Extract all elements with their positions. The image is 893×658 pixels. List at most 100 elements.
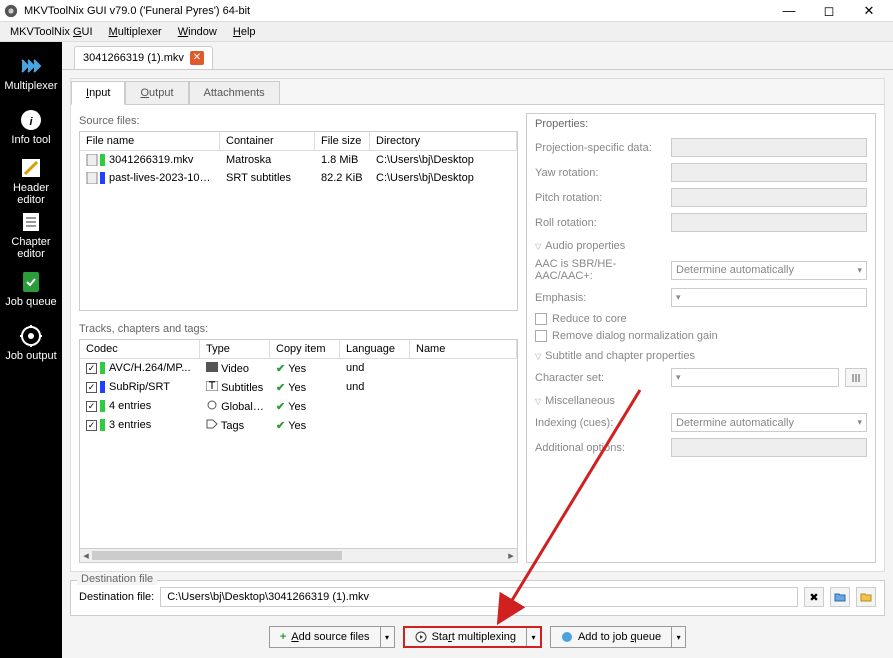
menu-app[interactable]: MKVToolNix GUI xyxy=(2,24,101,40)
subtitles-type-icon: T xyxy=(206,381,218,391)
row-additional: Additional options: xyxy=(535,438,867,457)
col-language[interactable]: Language xyxy=(340,340,410,358)
track-color-icon xyxy=(100,400,105,412)
col-filesize[interactable]: File size xyxy=(315,132,370,150)
indexing-combo[interactable]: Determine automatically xyxy=(671,413,867,432)
sidebar-label-chapter: Chapter editor xyxy=(2,236,60,260)
start-multiplexing-button[interactable]: Start multiplexing ▾ xyxy=(403,626,542,648)
horizontal-scrollbar[interactable]: ◂ ▸ xyxy=(79,549,518,563)
row-remove-dlg[interactable]: Remove dialog normalization gain xyxy=(535,330,867,342)
row-charset: Character set: xyxy=(535,368,867,387)
document-tab[interactable]: 3041266319 (1).mkv ✕ xyxy=(74,46,213,69)
multiplexer-icon xyxy=(19,54,43,78)
col-name[interactable]: Name xyxy=(410,340,517,358)
charset-combo[interactable] xyxy=(671,368,839,387)
start-multiplexing-dropdown[interactable]: ▾ xyxy=(526,628,540,646)
table-row[interactable]: ✓SubRip/SRT T Subtitles ✔Yes und xyxy=(80,378,517,397)
col-container[interactable]: Container xyxy=(220,132,315,150)
reduce-checkbox[interactable] xyxy=(535,313,547,325)
destination-input[interactable] xyxy=(160,587,798,607)
plus-icon: + xyxy=(280,631,286,643)
table-row[interactable]: ✓4 entries Global t... ✔Yes xyxy=(80,397,517,416)
check-icon: ✔ xyxy=(276,401,285,413)
remove-dlg-checkbox[interactable] xyxy=(535,330,547,342)
tracks-table[interactable]: Codec Type Copy item Language Name ✓AVC/… xyxy=(79,339,518,549)
track-checkbox[interactable]: ✓ xyxy=(86,401,97,412)
scroll-thumb[interactable] xyxy=(92,551,342,560)
add-source-dropdown[interactable]: ▾ xyxy=(380,627,394,647)
row-roll: Roll rotation: xyxy=(535,213,867,232)
charset-preview-button[interactable] xyxy=(845,368,867,387)
add-queue-button[interactable]: Add to job queue ▾ xyxy=(550,626,686,648)
group-misc[interactable]: Miscellaneous xyxy=(535,395,867,407)
menu-help[interactable]: Help xyxy=(225,24,264,40)
track-color-icon xyxy=(100,172,105,184)
browse-destination-button[interactable] xyxy=(830,587,850,607)
sidebar-item-multiplexer[interactable]: Multiplexer xyxy=(2,48,60,98)
row-reduce[interactable]: Reduce to core xyxy=(535,313,867,325)
table-row[interactable]: ✓AVC/H.264/MP... Video ✔Yes und xyxy=(80,359,517,378)
app-icon xyxy=(4,4,18,18)
track-checkbox[interactable]: ✓ xyxy=(86,363,97,374)
input-panel: Source files: File name Container File s… xyxy=(71,105,884,571)
track-color-icon xyxy=(100,381,105,393)
col-type[interactable]: Type xyxy=(200,340,270,358)
add-source-button[interactable]: +Add source files ▾ xyxy=(269,626,395,648)
additional-input[interactable] xyxy=(671,438,867,457)
col-directory[interactable]: Directory xyxy=(370,132,517,150)
col-codec[interactable]: Codec xyxy=(80,340,200,358)
group-subtitle[interactable]: Subtitle and chapter properties xyxy=(535,350,867,362)
roll-input[interactable] xyxy=(671,213,867,232)
tab-input[interactable]: Input xyxy=(71,81,125,105)
source-files-label: Source files: xyxy=(79,115,518,127)
job-output-icon xyxy=(19,324,43,348)
properties-label: Properties: xyxy=(535,118,867,130)
close-button[interactable]: ✕ xyxy=(849,0,889,22)
header-editor-icon xyxy=(19,156,43,180)
tab-output[interactable]: Output xyxy=(125,81,188,104)
source-files-table[interactable]: File name Container File size Directory … xyxy=(79,131,518,311)
sidebar-item-queue[interactable]: Job queue xyxy=(2,264,60,314)
yaw-input[interactable] xyxy=(671,163,867,182)
track-checkbox[interactable]: ✓ xyxy=(86,420,97,431)
check-icon: ✔ xyxy=(276,363,285,375)
col-filename[interactable]: File name xyxy=(80,132,220,150)
col-copy[interactable]: Copy item xyxy=(270,340,340,358)
recent-destination-button[interactable] xyxy=(856,587,876,607)
projection-input[interactable] xyxy=(671,138,867,157)
table-row[interactable]: 3041266319.mkv Matroska 1.8 MiB C:\Users… xyxy=(80,151,517,169)
clear-destination-button[interactable]: ✖ xyxy=(804,587,824,607)
sidebar-item-header[interactable]: Header editor xyxy=(2,156,60,206)
emphasis-combo[interactable] xyxy=(671,288,867,307)
tracks-header-row: Codec Type Copy item Language Name xyxy=(80,340,517,359)
table-row[interactable]: past-lives-2023-1080p-w... SRT subtitles… xyxy=(80,169,517,187)
sidebar-label-header: Header editor xyxy=(2,182,60,206)
destination-group: Destination file Destination file: ✖ xyxy=(70,580,885,616)
destination-row: Destination file: ✖ xyxy=(79,587,876,607)
sidebar-item-output[interactable]: Job output xyxy=(2,318,60,368)
aac-combo[interactable]: Determine automatically xyxy=(671,261,867,280)
table-row[interactable]: ✓3 entries Tags ✔Yes xyxy=(80,416,517,435)
chapter-editor-icon xyxy=(19,210,43,234)
maximize-button[interactable]: ◻ xyxy=(809,0,849,22)
close-tab-icon[interactable]: ✕ xyxy=(190,51,204,65)
track-checkbox[interactable]: ✓ xyxy=(86,382,97,393)
scroll-right-icon[interactable]: ▸ xyxy=(505,549,517,562)
row-yaw: Yaw rotation: xyxy=(535,163,867,182)
info-icon: i xyxy=(19,108,43,132)
group-audio[interactable]: Audio properties xyxy=(535,240,867,252)
track-color-icon xyxy=(100,362,105,374)
sidebar-label-output: Job output xyxy=(5,350,56,362)
add-queue-dropdown[interactable]: ▾ xyxy=(671,627,685,647)
menu-multiplexer[interactable]: Multiplexer xyxy=(101,24,170,40)
scroll-left-icon[interactable]: ◂ xyxy=(80,549,92,562)
tab-attachments[interactable]: Attachments xyxy=(189,81,280,104)
sidebar-label-info: Info tool xyxy=(11,134,50,146)
menu-window[interactable]: Window xyxy=(170,24,225,40)
sidebar-item-info[interactable]: i Info tool xyxy=(2,102,60,152)
sidebar-item-chapter[interactable]: Chapter editor xyxy=(2,210,60,260)
pitch-input[interactable] xyxy=(671,188,867,207)
minimize-button[interactable]: — xyxy=(769,0,809,22)
row-aac: AAC is SBR/HE-AAC/AAC+: Determine automa… xyxy=(535,258,867,282)
globaltags-type-icon xyxy=(206,400,218,410)
